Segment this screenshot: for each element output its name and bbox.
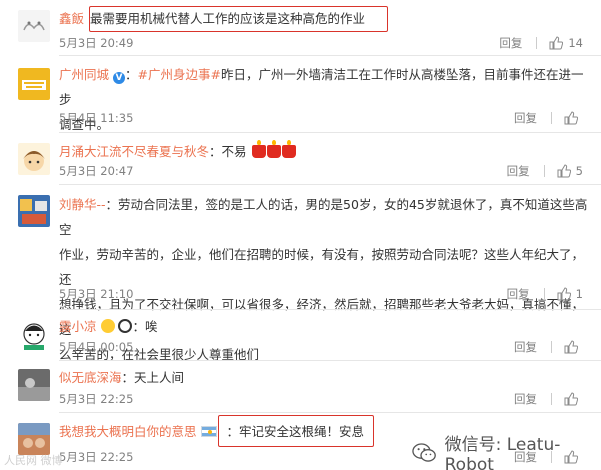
candle-emoji-icon: [251, 140, 266, 158]
like-count: 14: [568, 36, 583, 50]
thumbs-up-icon: [564, 340, 578, 354]
timestamp: 5月3日 21:10: [59, 287, 134, 301]
divider: [551, 112, 552, 124]
divider: [59, 184, 601, 185]
comment-text: 露小凉 ：唉: [59, 314, 158, 339]
avatar[interactable]: [18, 10, 50, 42]
timestamp: 5月3日 22:25: [59, 392, 134, 406]
thumbs-up-icon: [557, 287, 571, 301]
divider: [536, 37, 538, 49]
reply-button[interactable]: 回复: [514, 391, 537, 407]
divider: [551, 393, 552, 405]
divider: [59, 132, 601, 133]
highlight-box: [218, 415, 374, 447]
divider: [59, 309, 601, 310]
username-link[interactable]: 露小凉: [59, 319, 97, 334]
like-button[interactable]: [564, 340, 583, 354]
timestamp: 5月3日 20:49: [59, 36, 134, 50]
like-button[interactable]: 1: [557, 287, 583, 301]
avatar[interactable]: [18, 318, 50, 350]
candle-emoji-icon: [281, 140, 296, 158]
username-link[interactable]: 广州同城: [59, 67, 109, 82]
avatar[interactable]: [18, 195, 50, 227]
divider: [59, 412, 601, 413]
divider: [543, 288, 545, 300]
comment-actions: 回复 14: [499, 35, 583, 51]
reply-button[interactable]: 回复: [507, 286, 530, 302]
topic-link[interactable]: #广州身边事#: [138, 67, 221, 82]
divider: [543, 165, 545, 177]
username-link[interactable]: 月涌大江流不尽春夏与秋冬: [59, 144, 209, 159]
username-link[interactable]: 我想我大概明白你的意思: [59, 424, 197, 439]
comment-body-continued: 调查中。: [59, 117, 110, 132]
comment-body: ：劳动合同法里，签的是工人的话，男的是50岁，女的45岁就退休了，真不知道这些高…: [59, 197, 588, 237]
comment-text: 月涌大江流不尽春夏与秋冬：不易: [59, 139, 296, 164]
divider: [59, 55, 601, 56]
like-count: 1: [575, 287, 583, 301]
thumbs-up-icon: [564, 111, 578, 125]
username-link[interactable]: 刘静华--: [59, 197, 106, 212]
username-link[interactable]: 鑫飯: [59, 11, 84, 26]
reply-button[interactable]: 回复: [507, 163, 530, 179]
thumbs-up-icon: [549, 36, 564, 50]
thumbs-up-icon: [564, 392, 578, 406]
like-button[interactable]: 5: [557, 164, 583, 178]
wechat-watermark: 微信号: Leatu-Robot: [412, 430, 601, 470]
thumbs-up-icon: [557, 164, 571, 178]
candle-emoji-icon: [266, 140, 281, 158]
divider: [551, 341, 552, 353]
like-button[interactable]: 14: [549, 36, 583, 50]
timestamp: 5月3日 22:25: [59, 450, 134, 464]
timestamp: 5月4日 00:05: [59, 340, 134, 354]
reply-button[interactable]: 回复: [514, 339, 537, 355]
comment-actions: 回复 5: [507, 163, 583, 179]
timestamp: 5月3日 20:47: [59, 164, 134, 178]
avatar[interactable]: [18, 423, 50, 455]
timestamp: 5月4日 11:35: [59, 111, 134, 125]
comment-body: ：不易: [209, 144, 247, 159]
comment-actions: 回复: [514, 339, 583, 355]
comment-actions: 回复 1: [507, 286, 583, 302]
comment-text: 似无底深海：天上人间: [59, 365, 184, 390]
like-button[interactable]: [564, 392, 583, 406]
comment-body: ：唉: [132, 319, 158, 334]
username-link[interactable]: 似无底深海: [59, 370, 122, 385]
heart-eyes-emoji-icon: [100, 319, 115, 333]
like-count: 5: [575, 164, 583, 178]
avatar[interactable]: [18, 143, 50, 175]
comment-text: 广州同城 V ：#广州身边事#昨日，广州一外墙清洁工在工作时从高楼坠落，目前事件还…: [59, 62, 589, 137]
avatar[interactable]: [18, 369, 50, 401]
avatar[interactable]: [18, 68, 50, 100]
wechat-icon: [412, 442, 436, 462]
reply-button[interactable]: 回复: [499, 35, 522, 51]
panda-emoji-icon: [118, 319, 133, 333]
argentina-flag-icon: [200, 426, 217, 437]
like-button[interactable]: [564, 111, 583, 125]
comment-text: 刘静华--：劳动合同法里，签的是工人的话，男的是50岁，女的45岁就退休了，真不…: [59, 192, 589, 367]
reply-button[interactable]: 回复: [514, 110, 537, 126]
comment-body-continued: 么辛苦的，在社会里很少人尊重他们: [59, 347, 260, 362]
comment-actions: 回复: [514, 391, 583, 407]
comment-actions: 回复: [514, 110, 583, 126]
highlight-box: [89, 6, 388, 32]
corner-watermark: 人民网 微博: [4, 454, 63, 467]
divider: [59, 360, 601, 361]
verified-badge-icon: V: [113, 72, 125, 84]
comment-body-continued: 作业，劳动辛苦的，企业，他们在招聘的时候，有没有，按照劳动合同法呢？这些人年纪大…: [59, 247, 585, 287]
wechat-id-label: 微信号: Leatu-Robot: [444, 435, 561, 470]
comment-body: ：天上人间: [121, 370, 185, 385]
